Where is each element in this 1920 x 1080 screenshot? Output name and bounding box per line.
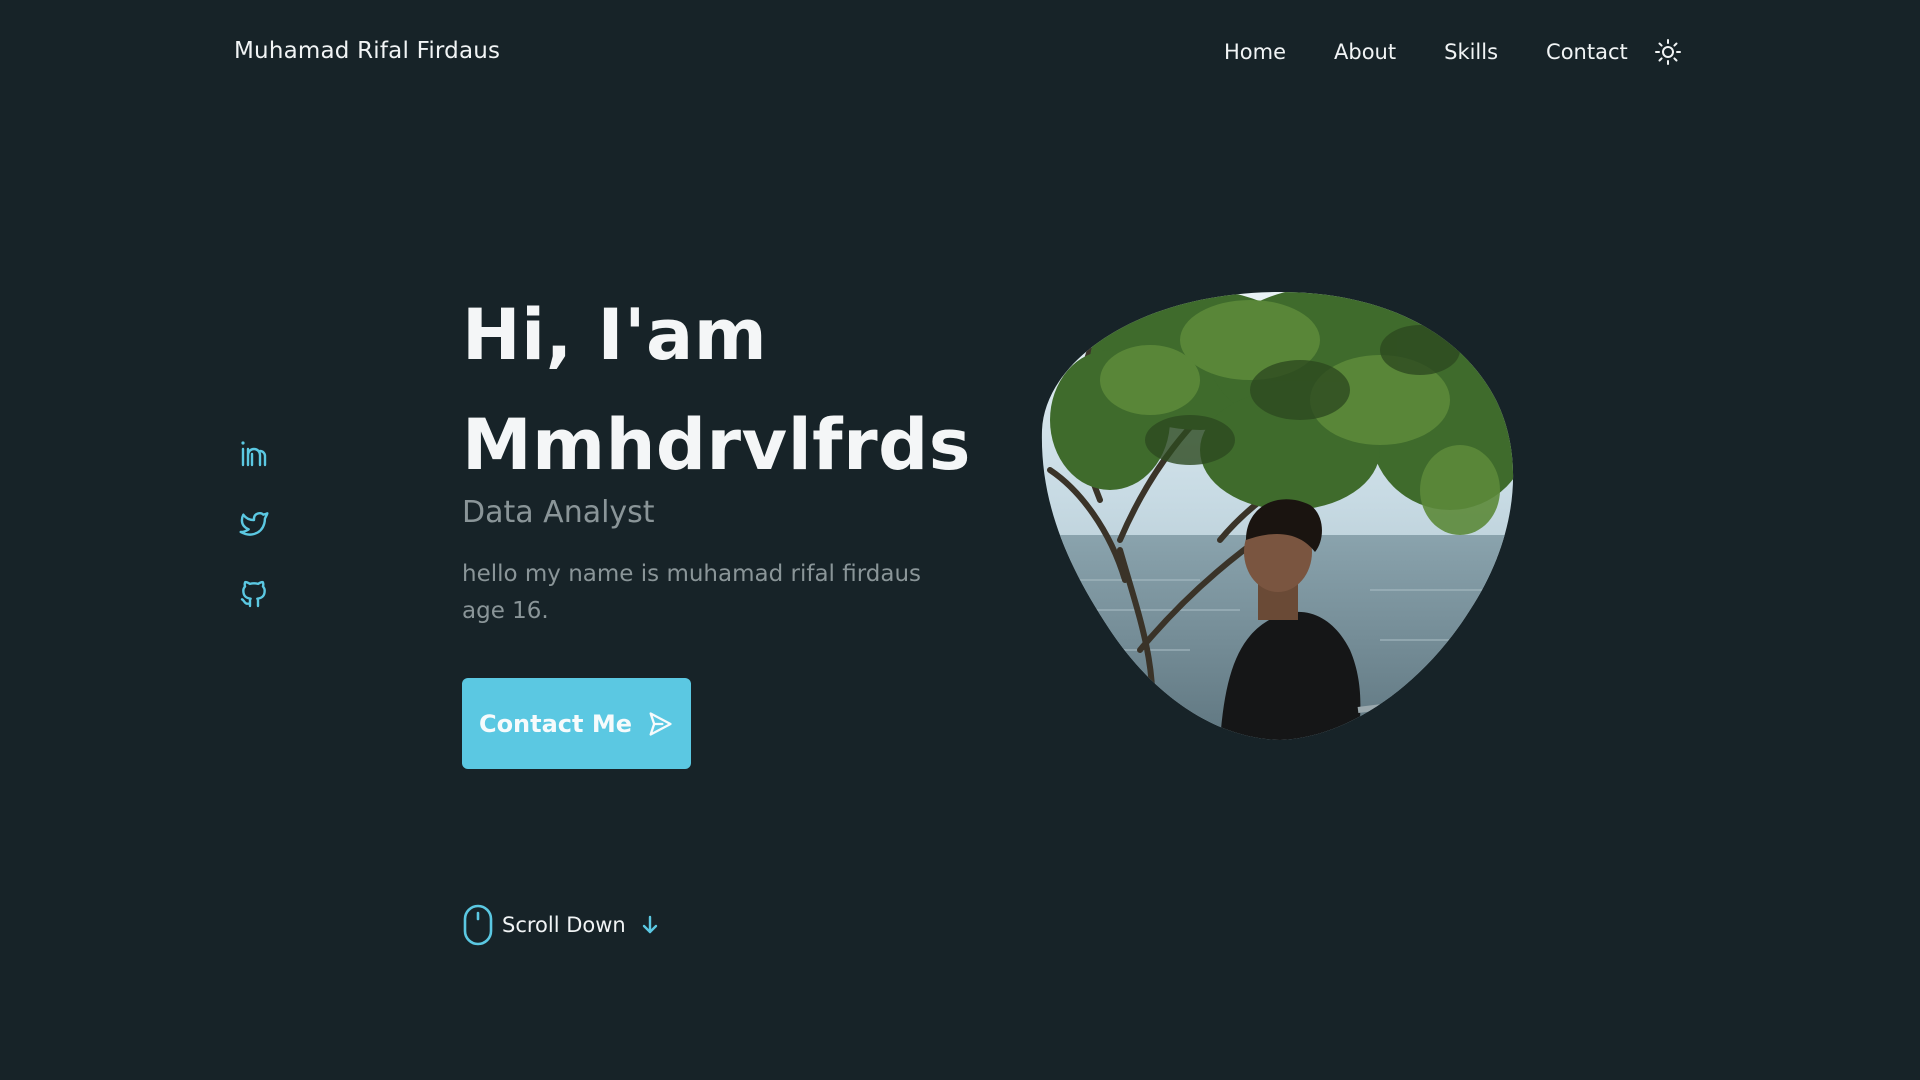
twitter-icon[interactable] [238, 508, 270, 540]
hero-subtitle: Data Analyst [462, 495, 655, 530]
scroll-down-link[interactable]: Scroll Down [462, 902, 660, 948]
contact-me-label: Contact Me [478, 709, 633, 738]
arrow-down-icon [640, 914, 660, 936]
nav-home[interactable]: Home [1224, 40, 1286, 64]
mouse-icon [462, 904, 494, 946]
send-icon [646, 710, 674, 738]
site-logo[interactable]: Muhamad Rifal Firdaus [234, 38, 500, 64]
profile-photo [1040, 290, 1520, 742]
hero-description: hello my name is muhamad rifal firdaus a… [462, 561, 922, 624]
hero-heading: Hi, I'am Mmhdrvlfrds [462, 280, 982, 500]
nav-contact[interactable]: Contact [1546, 40, 1628, 64]
social-links [238, 438, 270, 610]
hero-name: Mmhdrvlfrds [462, 404, 971, 486]
nav-about[interactable]: About [1334, 40, 1396, 64]
sun-icon[interactable] [1654, 38, 1682, 66]
linkedin-icon[interactable] [238, 438, 270, 470]
scroll-down-label: Scroll Down [502, 913, 626, 937]
site-header: Muhamad Rifal Firdaus Home About Skills … [0, 0, 1920, 110]
github-icon[interactable] [238, 578, 270, 610]
hero-greeting: Hi, I'am [462, 294, 768, 376]
contact-me-button[interactable]: Contact Me [462, 678, 691, 769]
main-nav: Home About Skills Contact [1224, 38, 1682, 66]
nav-skills[interactable]: Skills [1444, 40, 1498, 64]
